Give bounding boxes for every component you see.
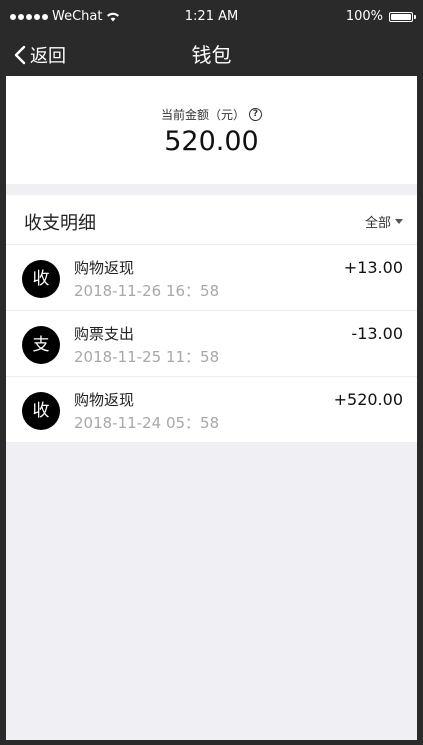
transaction-amount: +13.00 (343, 258, 403, 277)
help-icon[interactable]: ? (249, 108, 262, 121)
page-title: 钱包 (191, 43, 232, 67)
transaction-type-badge: 收 (22, 260, 60, 298)
transaction-amount: -13.00 (351, 324, 403, 343)
transaction-row[interactable]: 收 购物返现 2018-11-24 05：58 +520.00 (6, 377, 417, 443)
transaction-row[interactable]: 收 购物返现 2018-11-26 16：58 +13.00 (6, 245, 417, 311)
wallet-content: 当前金额（元） ? 520.00 收支明细 全部 收 购物返现 2018-11-… (6, 76, 417, 740)
balance-label: 当前金额（元） (160, 108, 245, 122)
transaction-type-badge: 收 (22, 392, 60, 430)
transaction-name: 购物返现 (74, 259, 135, 277)
transaction-row[interactable]: 支 购票支出 2018-11-25 11：58 -13.00 (6, 311, 417, 377)
balance-card: 当前金额（元） ? 520.00 (6, 76, 417, 184)
details-header: 收支明细 全部 (6, 195, 417, 245)
app-frame: WeChat 1:21 AM 100% 返回 钱包 当前金额（元） ? 520.… (0, 0, 423, 745)
transaction-amount: +520.00 (333, 390, 403, 409)
transaction-name: 购票支出 (74, 325, 135, 343)
transaction-time: 2018-11-26 16：58 (74, 282, 220, 300)
filter-label: 全部 (364, 216, 391, 231)
details-title: 收支明细 (24, 213, 96, 234)
status-bar: WeChat 1:21 AM 100% (0, 0, 423, 34)
filter-dropdown[interactable]: 全部 (365, 212, 403, 231)
balance-label-row: 当前金额（元） ? (6, 106, 417, 123)
transaction-list: 收 购物返现 2018-11-26 16：58 +13.00 支 购票支出 20… (6, 245, 417, 443)
transaction-time: 2018-11-24 05：58 (74, 414, 220, 432)
transaction-name: 购物返现 (74, 391, 135, 409)
nav-bar: 返回 钱包 (0, 34, 423, 76)
caret-down-icon (395, 219, 403, 224)
battery-percent: 100% (345, 9, 383, 24)
balance-amount: 520.00 (164, 126, 259, 157)
status-right: 100% (345, 9, 416, 24)
transaction-type-badge: 支 (22, 326, 60, 364)
section-divider (6, 184, 417, 195)
transaction-time: 2018-11-25 11：58 (74, 348, 220, 366)
battery-icon (389, 11, 416, 22)
